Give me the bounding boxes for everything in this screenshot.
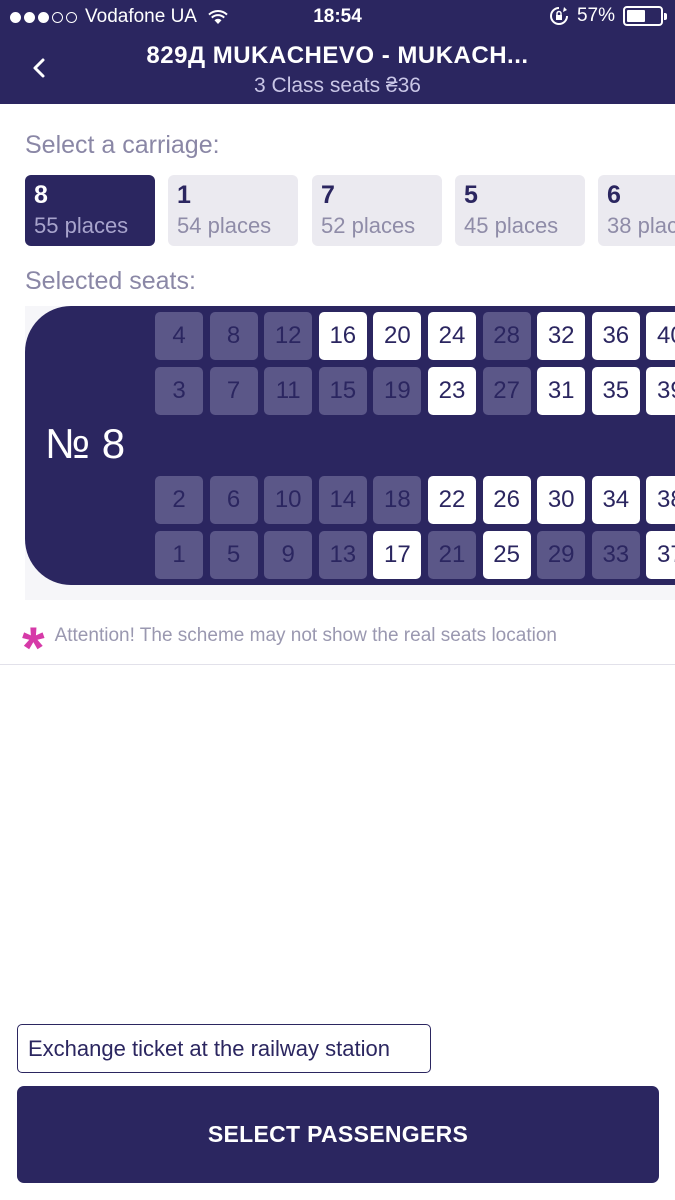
carriage-places: 55 places xyxy=(34,213,129,238)
carriage-option[interactable]: 1 54 places xyxy=(168,175,298,246)
seat: 4 xyxy=(155,312,203,360)
seat[interactable]: 37 xyxy=(646,531,675,579)
carriage-number-label: № 8 xyxy=(45,420,126,467)
seat[interactable]: 38 xyxy=(646,476,675,524)
seat[interactable]: 30 xyxy=(537,476,586,524)
seat: 1 xyxy=(155,531,203,579)
carriage-number: 8 xyxy=(34,181,48,209)
carriage-number: 1 xyxy=(177,181,191,209)
carriage-option[interactable]: 8 55 places xyxy=(25,175,155,246)
seat[interactable]: 35 xyxy=(591,367,640,415)
seat: 12 xyxy=(264,312,313,360)
attention-text: Attention! The scheme may not show the r… xyxy=(54,625,557,646)
seat-scheme: № 8 481216202428323640371115192327313539… xyxy=(25,306,675,585)
status-bar: Vodafone UA 18:54 57% xyxy=(0,0,675,34)
selected-seats-label: Selected seats: xyxy=(25,267,196,295)
seat[interactable]: 22 xyxy=(428,476,476,524)
top-bar: Vodafone UA 18:54 57% 829Д MUKACHEVO - M… xyxy=(0,0,675,104)
seat[interactable]: 20 xyxy=(373,312,422,360)
seat: 11 xyxy=(264,367,313,415)
seat[interactable]: 34 xyxy=(591,476,640,524)
seat[interactable]: 25 xyxy=(482,531,531,579)
attention-note: * Attention! The scheme may not show the… xyxy=(22,612,557,681)
seat: 19 xyxy=(373,367,422,415)
carriage-number: 6 xyxy=(607,181,621,209)
carriage-option[interactable]: 7 52 places xyxy=(312,175,442,246)
seat: 21 xyxy=(428,531,476,579)
carriage-places: 38 places xyxy=(607,213,675,238)
seat: 6 xyxy=(209,476,258,524)
select-passengers-button[interactable]: SELECT PASSENGERS xyxy=(17,1086,659,1183)
page-title: 829Д MUKACHEVO - MUKACH... xyxy=(146,42,529,69)
seat: 27 xyxy=(482,367,531,415)
seat: 9 xyxy=(264,531,313,579)
select-carriage-label: Select a carriage: xyxy=(25,131,220,159)
seat[interactable]: 24 xyxy=(428,312,476,360)
exchange-ticket-tag[interactable]: Exchange ticket at the railway station xyxy=(17,1024,431,1073)
carriage-number: 7 xyxy=(321,181,335,209)
seat[interactable]: 17 xyxy=(373,531,422,579)
carriage-option[interactable]: 6 38 places xyxy=(598,175,675,246)
battery-icon xyxy=(623,6,667,26)
seat[interactable]: 36 xyxy=(591,312,640,360)
seat: 33 xyxy=(591,531,640,579)
seat[interactable]: 16 xyxy=(318,312,367,360)
seat[interactable]: 23 xyxy=(428,367,476,415)
seat: 28 xyxy=(482,312,531,360)
carriage-number: 5 xyxy=(464,181,478,209)
seat: 14 xyxy=(318,476,367,524)
battery-fill xyxy=(627,10,646,22)
battery-percent: 57% xyxy=(576,5,615,26)
seat[interactable]: 31 xyxy=(537,367,586,415)
carriage-list[interactable]: 8 55 places 1 54 places 7 52 places 5 45… xyxy=(25,175,675,247)
seat-scheme-area: № 8 481216202428323640371115192327313539… xyxy=(25,306,675,600)
carriage-places: 45 places xyxy=(464,213,559,238)
carriage-option[interactable]: 5 45 places xyxy=(455,175,585,246)
seat: 8 xyxy=(209,312,258,360)
rotation-lock-icon xyxy=(550,7,568,25)
seat[interactable]: 39 xyxy=(646,367,675,415)
seat[interactable]: 26 xyxy=(482,476,531,524)
seat: 10 xyxy=(264,476,313,524)
carriage-places: 54 places xyxy=(177,213,272,238)
seat: 29 xyxy=(537,531,586,579)
seat: 5 xyxy=(209,531,258,579)
seat: 13 xyxy=(318,531,367,579)
divider xyxy=(0,664,675,665)
page-subtitle: 3 Class seats ₴36 xyxy=(254,74,421,97)
seat: 2 xyxy=(155,476,203,524)
seat: 7 xyxy=(209,367,258,415)
seat: 3 xyxy=(155,367,203,415)
carriage-places: 52 places xyxy=(321,213,416,238)
seat: 18 xyxy=(373,476,422,524)
seat[interactable]: 32 xyxy=(537,312,586,360)
seat: 15 xyxy=(318,367,367,415)
seat[interactable]: 40 xyxy=(646,312,675,360)
asterisk-icon: * xyxy=(22,616,45,681)
status-right: 57% xyxy=(549,5,667,27)
